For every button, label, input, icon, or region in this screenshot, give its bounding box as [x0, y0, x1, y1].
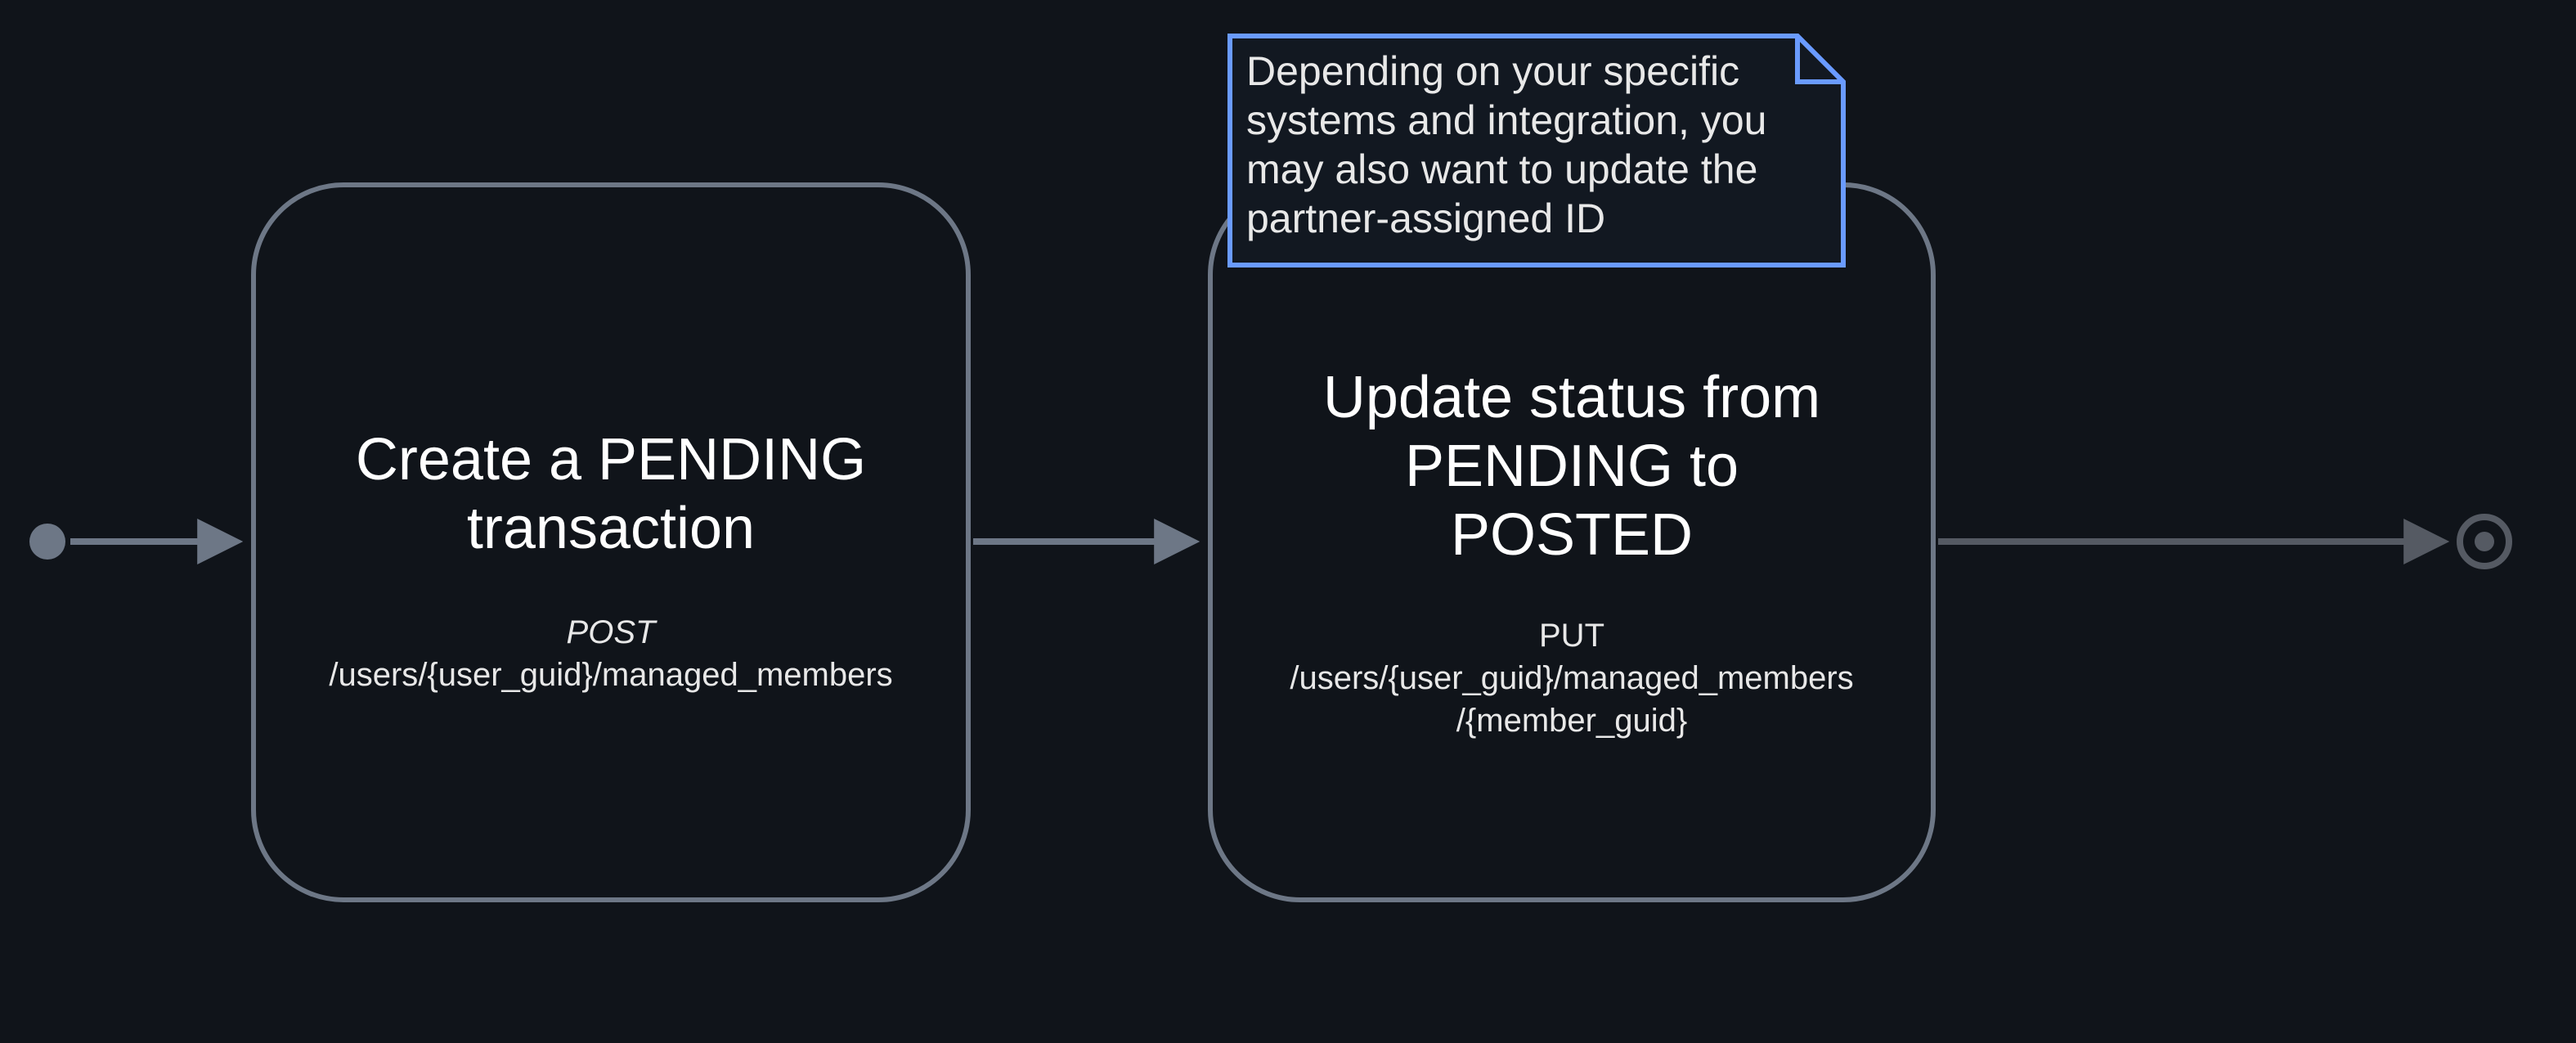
- node-update-status: Update status from PENDING to POSTED PUT…: [1210, 185, 1933, 900]
- note-line3: may also want to update the: [1246, 146, 1757, 192]
- node1-method: POST: [567, 614, 657, 650]
- node2-endpoint-line1: /users/{user_guid}/managed_members: [1290, 660, 1853, 696]
- end-node: [2460, 517, 2509, 566]
- node2-endpoint-line2: /{member_guid}: [1456, 703, 1687, 739]
- start-node: [29, 524, 65, 560]
- note-line2: systems and integration, you: [1246, 97, 1766, 143]
- note-line4: partner-assigned ID: [1246, 196, 1605, 241]
- node1-endpoint: /users/{user_guid}/managed_members: [329, 657, 892, 693]
- node2-title-line1: Update status from: [1323, 365, 1820, 430]
- note-callout: Depending on your specific systems and i…: [1230, 36, 1843, 265]
- node2-title-line2: PENDING to: [1405, 434, 1739, 499]
- node2-title-line3: POSTED: [1451, 502, 1693, 568]
- node2-method: PUT: [1539, 618, 1604, 654]
- node-create-pending: Create a PENDING transaction POST /users…: [254, 185, 968, 900]
- node1-title-line1: Create a PENDING: [356, 427, 866, 492]
- node1-title-line2: transaction: [467, 496, 755, 561]
- note-line1: Depending on your specific: [1246, 48, 1739, 94]
